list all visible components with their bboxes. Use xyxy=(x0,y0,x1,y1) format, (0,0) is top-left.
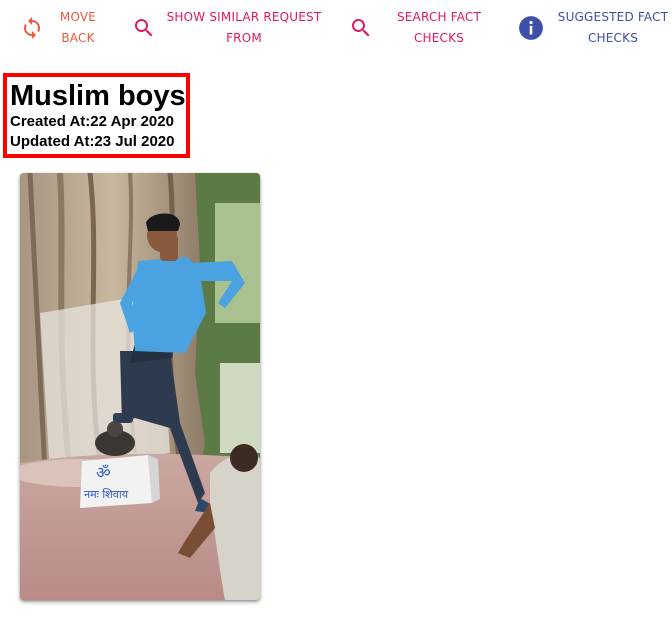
show-similar-request-button[interactable]: SHOW SIMILAR REQUEST FROM xyxy=(130,6,326,50)
created-date: Created At:22 Apr 2020 xyxy=(10,113,174,130)
suggested-fact-checks-label: SUGGESTED FACT CHECKS xyxy=(557,10,669,45)
search-icon xyxy=(347,14,375,42)
search-fact-checks-button[interactable]: SEARCH FACT CHECKS xyxy=(347,6,491,50)
item-header: Muslim boys Created At:22 Apr 2020 Updat… xyxy=(3,73,190,158)
request-photo[interactable]: ॐ नमः शिवाय xyxy=(20,173,260,600)
svg-text:ॐ: ॐ xyxy=(96,463,111,482)
info-icon xyxy=(517,14,545,42)
search-icon xyxy=(130,14,158,42)
refresh-icon xyxy=(18,14,46,42)
search-fact-checks-label: SEARCH FACT CHECKS xyxy=(396,10,482,45)
show-similar-request-label: SHOW SIMILAR REQUEST FROM xyxy=(166,10,322,45)
move-back-label: MOVE BACK xyxy=(59,10,97,45)
suggested-fact-checks-button[interactable]: SUGGESTED FACT CHECKS xyxy=(517,6,672,50)
move-back-button[interactable]: MOVE BACK xyxy=(18,6,104,50)
toolbar: MOVE BACK SHOW SIMILAR REQUEST FROM SEAR… xyxy=(0,0,672,58)
item-title: Muslim boys xyxy=(10,80,186,112)
updated-date: Updated At:23 Jul 2020 xyxy=(10,133,175,150)
pedestal-inscription: नमः शिवाय xyxy=(84,488,129,501)
